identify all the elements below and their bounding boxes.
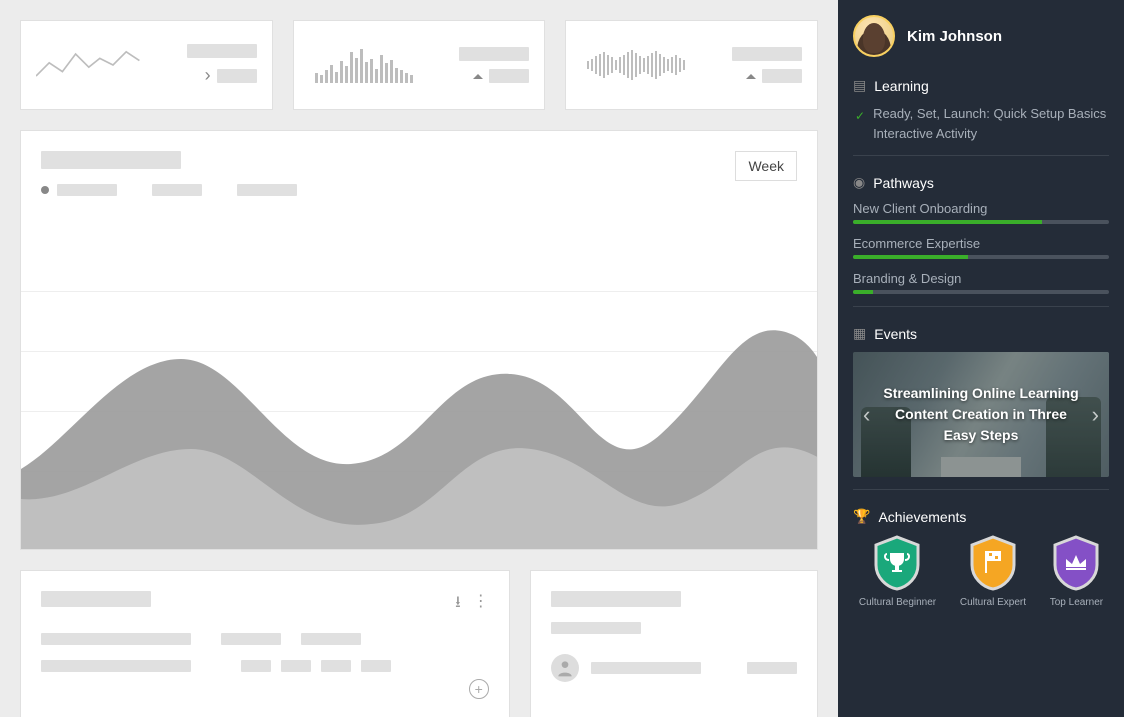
text-placeholder xyxy=(551,622,641,634)
badge-crown-icon xyxy=(1051,535,1101,591)
legend-label-placeholder xyxy=(57,184,117,196)
bottom-card-right xyxy=(530,570,818,717)
stat-card-1[interactable] xyxy=(20,20,273,110)
text-placeholder xyxy=(241,660,271,672)
badge-flag-icon xyxy=(968,535,1018,591)
card-title-placeholder xyxy=(41,591,151,607)
text-placeholder xyxy=(41,633,191,645)
progress-bar xyxy=(853,290,873,294)
sparkline-bars-icon xyxy=(309,40,419,90)
text-placeholder xyxy=(41,660,191,672)
range-selector-button[interactable]: Week xyxy=(735,151,797,181)
area-chart-icon xyxy=(21,289,818,549)
learning-item-label: Ready, Set, Launch: Quick Setup Basics I… xyxy=(873,104,1109,143)
achievement-label: Top Learner xyxy=(1050,597,1103,608)
trophy-icon: 🏆 xyxy=(853,508,870,525)
user-profile-row[interactable]: Kim Johnson xyxy=(853,15,1109,57)
pathways-section: ◉ Pathways New Client Onboarding Ecommer… xyxy=(853,174,1109,307)
bottom-card-left: ⭳ ⋮ xyxy=(20,570,510,717)
achievement-label: Cultural Expert xyxy=(960,597,1026,608)
stat-cards-row xyxy=(20,20,818,110)
stat-sub-placeholder xyxy=(217,69,257,83)
add-icon[interactable]: + xyxy=(469,679,489,699)
bottom-cards-row: ⭳ ⋮ xyxy=(20,570,818,717)
stat-value-placeholder xyxy=(732,47,802,61)
legend-label-placeholder xyxy=(237,184,297,196)
user-name: Kim Johnson xyxy=(907,28,1002,45)
stat-card-2[interactable] xyxy=(293,20,546,110)
chart-title-placeholder xyxy=(41,151,181,169)
text-placeholder xyxy=(747,662,797,674)
achievement-label: Cultural Beginner xyxy=(859,597,936,608)
achievement-badge[interactable]: Cultural Expert xyxy=(960,535,1026,608)
divider xyxy=(853,489,1109,490)
download-icon[interactable]: ⭳ xyxy=(455,591,461,618)
text-placeholder xyxy=(281,660,311,672)
pathway-label: Branding & Design xyxy=(853,271,1109,286)
section-title: Achievements xyxy=(878,509,966,525)
stat-value-placeholder xyxy=(187,44,257,58)
right-sidebar: Kim Johnson ▤ Learning ✓ Ready, Set, Lau… xyxy=(838,0,1124,717)
card-title-placeholder xyxy=(551,591,681,607)
text-placeholder xyxy=(321,660,351,672)
section-title: Events xyxy=(874,326,917,342)
pathway-label: Ecommerce Expertise xyxy=(853,236,1109,251)
badge-trophy-icon xyxy=(872,535,922,591)
progress-bar xyxy=(853,220,1042,224)
caret-up-icon xyxy=(473,74,483,79)
chevron-right-icon xyxy=(205,66,211,86)
section-title: Learning xyxy=(874,78,929,94)
compass-icon: ◉ xyxy=(853,174,865,191)
legend-label-placeholder xyxy=(152,184,202,196)
sparkline-line-icon xyxy=(36,40,146,90)
pathway-item[interactable]: Branding & Design xyxy=(853,271,1109,294)
pathway-label: New Client Onboarding xyxy=(853,201,1109,216)
section-title: Pathways xyxy=(873,175,934,191)
event-next-icon[interactable]: › xyxy=(1087,397,1104,433)
pathway-item[interactable]: New Client Onboarding xyxy=(853,201,1109,224)
progress-bar xyxy=(853,255,968,259)
pathway-item[interactable]: Ecommerce Expertise xyxy=(853,236,1109,259)
text-placeholder xyxy=(221,633,281,645)
more-icon[interactable]: ⋮ xyxy=(473,591,489,618)
main-content: Week ⭳ ⋮ xyxy=(0,0,838,717)
achievement-badge[interactable]: Cultural Beginner xyxy=(859,535,936,608)
check-icon: ✓ xyxy=(855,107,865,125)
user-avatar[interactable] xyxy=(853,15,895,57)
achievements-section: 🏆 Achievements Cultural Beginner Cultura… xyxy=(853,508,1109,608)
learning-section: ▤ Learning ✓ Ready, Set, Launch: Quick S… xyxy=(853,77,1109,156)
text-placeholder xyxy=(591,662,701,674)
divider xyxy=(853,306,1109,307)
stat-value-placeholder xyxy=(459,47,529,61)
calendar-icon: ▦ xyxy=(853,325,866,342)
events-section: ▦ Events ‹ Streamlining Online Learning … xyxy=(853,325,1109,490)
text-placeholder xyxy=(361,660,391,672)
event-title: Streamlining Online Learning Content Cre… xyxy=(853,383,1109,446)
learning-item[interactable]: ✓ Ready, Set, Launch: Quick Setup Basics… xyxy=(853,104,1109,143)
stat-card-3[interactable] xyxy=(565,20,818,110)
stat-sub-placeholder xyxy=(762,69,802,83)
clipboard-icon: ▤ xyxy=(853,77,866,94)
main-chart-card: Week xyxy=(20,130,818,550)
chart-legend xyxy=(41,184,297,196)
caret-up-icon xyxy=(746,74,756,79)
event-card[interactable]: ‹ Streamlining Online Learning Content C… xyxy=(853,352,1109,477)
stat-sub-placeholder xyxy=(489,69,529,83)
user-avatar-icon[interactable] xyxy=(551,654,579,682)
sparkline-wave-icon xyxy=(581,40,691,90)
legend-dot-icon xyxy=(41,186,49,194)
divider xyxy=(853,155,1109,156)
text-placeholder xyxy=(301,633,361,645)
achievement-badge[interactable]: Top Learner xyxy=(1050,535,1103,608)
